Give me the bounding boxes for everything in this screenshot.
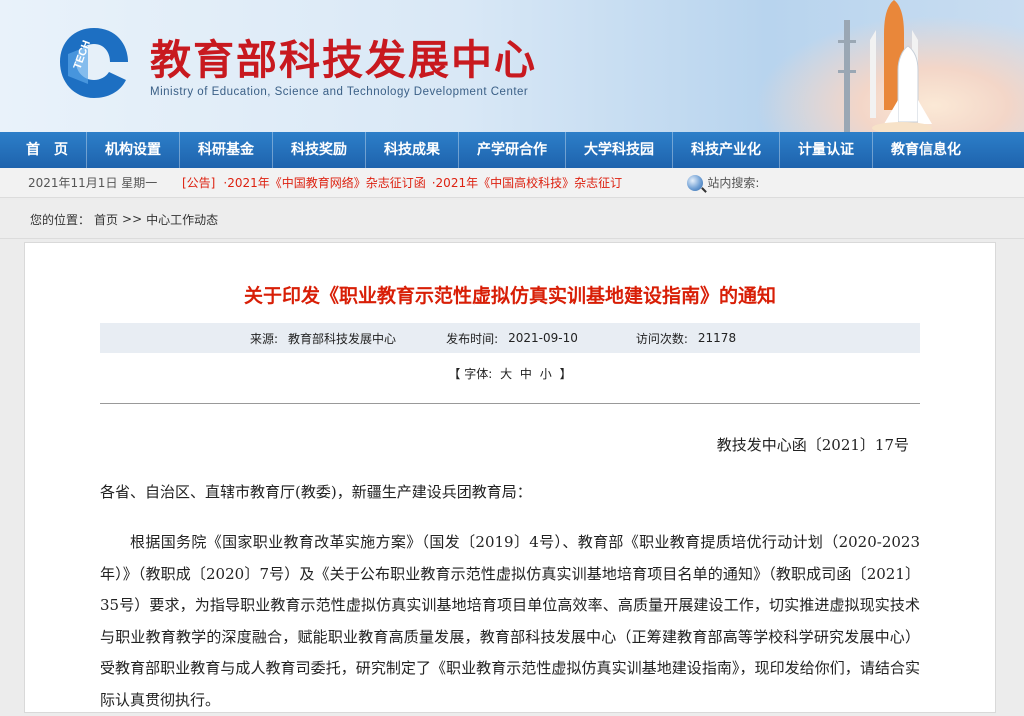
body-paragraph: 根据国务院《国家职业教育改革实施方案》（国发〔2019〕4号）、教育部《职业教育…	[100, 533, 920, 709]
search-label: 站内搜索:	[707, 176, 760, 190]
breadcrumb: 您的位置： 首页 >> 中心工作动态	[0, 200, 1024, 239]
salutation: 各省、自治区、直辖市教育厅(教委)，新疆生产建设兵团教育局：	[100, 483, 532, 501]
site-subtitle: Ministry of Education, Science and Techn…	[150, 86, 529, 98]
document-number: 教技发中心函〔2021〕17号	[716, 436, 909, 454]
tech-logo-icon[interactable]: TECH	[58, 24, 130, 100]
notice-ticker: ·2021年《中国教育网络》杂志征订函 ·2021年《中国高校科技》杂志征订	[223, 174, 673, 191]
source-label: 来源:	[250, 331, 279, 346]
nav-home[interactable]: 首 页	[8, 132, 87, 168]
font-size-medium[interactable]: 中	[520, 367, 532, 381]
article-title: 关于印发《职业教育示范性虚拟仿真实训基地建设指南》的通知	[243, 285, 776, 307]
nav-industrialization[interactable]: 科技产业化	[673, 132, 780, 168]
info-bar: 2021年11月1日 星期一 [公告] ·2021年《中国教育网络》杂志征订函 …	[0, 168, 1024, 198]
divider	[100, 403, 920, 404]
site-title: 教育部科技发展中心	[150, 36, 537, 84]
article-body: 各省、自治区、直辖市教育厅(教委)，新疆生产建设兵团教育局： 根据国务院《国家职…	[100, 479, 920, 716]
source-value: 教育部科技发展中心	[288, 331, 397, 346]
font-size-control: 【 字体: 大 中 小 】	[25, 365, 995, 382]
nav-organization[interactable]: 机构设置	[87, 132, 180, 168]
article-container: 关于印发《职业教育示范性虚拟仿真实训基地建设指南》的通知 来源: 教育部科技发展…	[24, 242, 996, 713]
nav-cooperation[interactable]: 产学研合作	[459, 132, 566, 168]
nav-certification[interactable]: 计量认证	[780, 132, 873, 168]
nav-research-fund[interactable]: 科研基金	[180, 132, 273, 168]
breadcrumb-home-link[interactable]: 首页	[94, 211, 118, 228]
search-icon[interactable]	[687, 174, 704, 191]
date-label: 发布时间:	[446, 331, 499, 346]
font-size-large[interactable]: 大	[500, 367, 512, 381]
space-shuttle-icon	[838, 0, 932, 132]
article-meta: 来源: 教育部科技发展中心 发布时间: 2021-09-10 访问次数: 211…	[100, 323, 920, 353]
breadcrumb-separator: >>	[122, 212, 143, 226]
breadcrumb-prefix: 您的位置：	[30, 212, 91, 227]
notice-link[interactable]: ·2021年《中国高校科技》杂志征订	[432, 174, 622, 191]
nav-informatization[interactable]: 教育信息化	[873, 132, 979, 168]
nav-achievements[interactable]: 科技成果	[366, 132, 459, 168]
main-nav: 首 页 机构设置 科研基金 科技奖励 科技成果 产学研合作 大学科技园 科技产业…	[0, 132, 1024, 168]
nav-science-park[interactable]: 大学科技园	[566, 132, 673, 168]
date-value: 2021-09-10	[508, 331, 578, 345]
font-size-label: 【 字体:	[448, 367, 493, 381]
breadcrumb-current[interactable]: 中心工作动态	[146, 211, 218, 228]
visits-value: 21178	[697, 331, 737, 345]
visits-label: 访问次数:	[635, 331, 688, 346]
notice-link[interactable]: ·2021年《中国教育网络》杂志征订函	[223, 174, 425, 191]
site-header: TECH 教育部科技发展中心 Ministry of Education, Sc…	[0, 0, 1024, 132]
font-size-small[interactable]: 小	[540, 367, 552, 381]
font-size-end: 】	[559, 367, 572, 381]
notice-tag: [公告]	[182, 176, 216, 190]
nav-awards[interactable]: 科技奖励	[273, 132, 366, 168]
current-date: 2021年11月1日 星期一	[28, 176, 158, 190]
